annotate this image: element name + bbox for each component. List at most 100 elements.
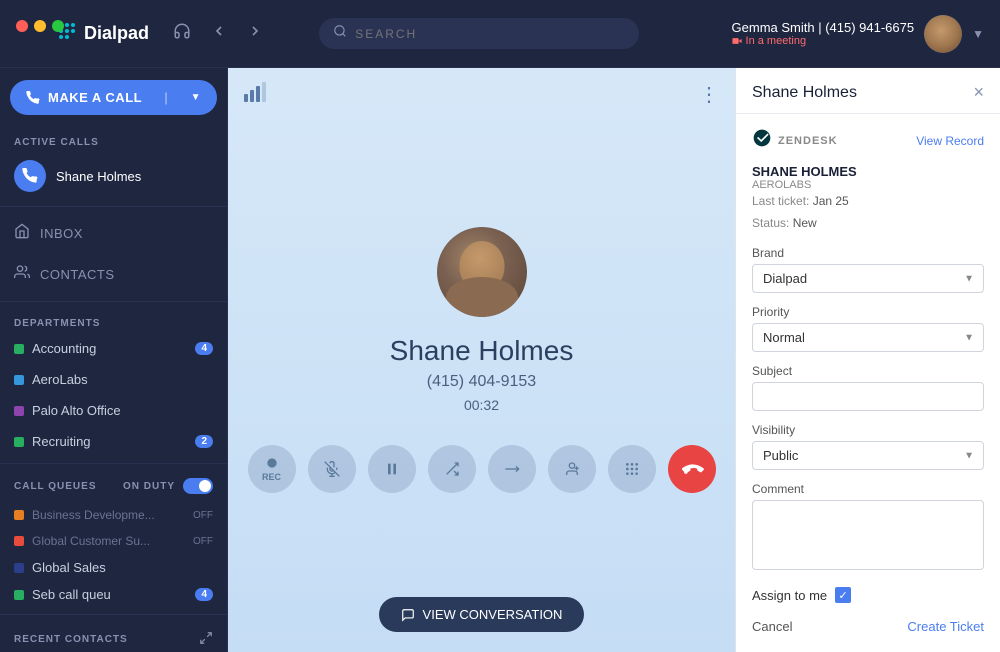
priority-field: Priority Low Normal High Urgent bbox=[752, 305, 984, 352]
minimize-window-button[interactable] bbox=[34, 20, 46, 32]
nav-back-button[interactable] bbox=[207, 19, 231, 48]
close-window-button[interactable] bbox=[16, 20, 28, 32]
active-call-avatar bbox=[14, 160, 46, 192]
headset-icon[interactable] bbox=[169, 18, 195, 49]
merge-button[interactable] bbox=[488, 445, 536, 493]
hangup-button[interactable] bbox=[668, 445, 716, 493]
brand-select-wrapper: Dialpad Support Sales bbox=[752, 264, 984, 293]
nav-forward-button[interactable] bbox=[243, 19, 267, 48]
brand-field: Brand Dialpad Support Sales bbox=[752, 246, 984, 293]
dept-item-accounting[interactable]: Accounting 4 bbox=[0, 333, 227, 364]
call-queues-label: CALL QUEUES bbox=[14, 481, 97, 492]
dept-item-recruiting[interactable]: Recruiting 2 bbox=[0, 426, 227, 457]
queue-dot-bizdev bbox=[14, 510, 24, 520]
signal-bar-1 bbox=[244, 94, 248, 102]
create-ticket-button[interactable]: Create Ticket bbox=[907, 615, 984, 638]
contact-info-block: SHANE HOLMES AEROLABS Last ticket: Jan 2… bbox=[752, 164, 984, 234]
brand-select[interactable]: Dialpad Support Sales bbox=[752, 264, 984, 293]
queue-item-bizdev[interactable]: Business Developme... OFF bbox=[0, 502, 227, 528]
hold-button[interactable] bbox=[368, 445, 416, 493]
priority-select[interactable]: Low Normal High Urgent bbox=[752, 323, 984, 352]
view-conversation-button[interactable]: VIEW CONVERSATION bbox=[379, 597, 585, 632]
subject-field: Subject bbox=[752, 364, 984, 411]
sidebar-item-contacts[interactable]: CONTACTS bbox=[0, 254, 227, 295]
record-button[interactable]: REC bbox=[248, 445, 296, 493]
call-area: ⋮ Shane Holmes (415) 404-9153 00:32 REC bbox=[228, 68, 735, 652]
contact-full-name: SHANE HOLMES bbox=[752, 164, 984, 179]
zendesk-header: ZENDESK View Record bbox=[752, 128, 984, 154]
inbox-icon bbox=[14, 223, 30, 244]
queue-item-sebcall[interactable]: Seb call queu 4 bbox=[0, 581, 227, 608]
maximize-window-button[interactable] bbox=[52, 20, 64, 32]
right-panel-title: Shane Holmes bbox=[752, 84, 857, 102]
visibility-field: Visibility Public Private bbox=[752, 423, 984, 470]
visibility-select[interactable]: Public Private bbox=[752, 441, 984, 470]
sidebar-item-inbox[interactable]: INBOX bbox=[0, 213, 227, 254]
queue-dot-globalcust bbox=[14, 536, 24, 546]
departments-label: DEPARTMENTS bbox=[0, 308, 227, 333]
call-more-options-button[interactable]: ⋮ bbox=[699, 82, 719, 107]
queue-name-globalsales: Global Sales bbox=[32, 560, 106, 575]
active-call-item[interactable]: Shane Holmes bbox=[0, 152, 227, 200]
dept-item-paloalto[interactable]: Palo Alto Office bbox=[0, 395, 227, 426]
sidebar-divider-3 bbox=[0, 463, 227, 464]
add-caller-button[interactable] bbox=[548, 445, 596, 493]
dept-badge-recruiting: 2 bbox=[195, 435, 213, 448]
caller-name: Shane Holmes bbox=[390, 335, 574, 367]
queue-item-globalcust[interactable]: Global Customer Su... OFF bbox=[0, 528, 227, 554]
user-name: Gemma Smith | (415) 941-6675 bbox=[732, 20, 915, 35]
queue-item-globalsales[interactable]: Global Sales bbox=[0, 554, 227, 581]
recent-contacts-label: RECENT CONTACTS bbox=[14, 634, 128, 645]
active-call-name: Shane Holmes bbox=[56, 169, 141, 184]
queue-dot-globalsales bbox=[14, 563, 24, 573]
subject-input[interactable] bbox=[752, 382, 984, 411]
active-calls-label: ACTIVE CALLS bbox=[0, 127, 227, 152]
priority-label: Priority bbox=[752, 305, 984, 319]
make-call-dropdown-icon: ▼ bbox=[191, 92, 201, 103]
inbox-label: INBOX bbox=[40, 226, 83, 241]
visibility-label: Visibility bbox=[752, 423, 984, 437]
queue-name-globalcust: Global Customer Su... bbox=[32, 534, 150, 548]
last-ticket-value: Jan 25 bbox=[813, 194, 849, 208]
user-menu-chevron[interactable]: ▼ bbox=[972, 27, 984, 41]
mute-button[interactable] bbox=[308, 445, 356, 493]
call-controls: REC bbox=[248, 445, 716, 493]
zendesk-logo: ZENDESK bbox=[752, 128, 838, 154]
assign-me-checkbox[interactable] bbox=[835, 587, 851, 603]
right-panel-close-button[interactable]: × bbox=[973, 82, 984, 103]
view-conversation-label: VIEW CONVERSATION bbox=[423, 607, 563, 622]
queue-dot-sebcall bbox=[14, 590, 24, 600]
brand-label: Brand bbox=[752, 246, 984, 260]
caller-phone: (415) 404-9153 bbox=[427, 373, 536, 391]
dept-item-aerolabs[interactable]: AeroLabs bbox=[0, 364, 227, 395]
queue-name-bizdev: Business Developme... bbox=[32, 508, 155, 522]
zendesk-label: ZENDESK bbox=[778, 135, 838, 147]
visibility-select-wrapper: Public Private bbox=[752, 441, 984, 470]
cancel-button[interactable]: Cancel bbox=[752, 615, 792, 638]
transfer-button[interactable] bbox=[428, 445, 476, 493]
contacts-icon bbox=[14, 264, 30, 285]
search-input[interactable] bbox=[355, 27, 625, 41]
keypad-button[interactable] bbox=[608, 445, 656, 493]
recent-contacts-expand-icon[interactable] bbox=[199, 631, 213, 648]
app-name: Dialpad bbox=[84, 23, 149, 44]
departments-list: Accounting 4 AeroLabs Palo Alto Office R… bbox=[0, 333, 227, 457]
caller-avatar bbox=[437, 227, 527, 317]
comment-textarea[interactable] bbox=[752, 500, 984, 570]
call-queues-header: CALL QUEUES ON DUTY bbox=[0, 470, 227, 502]
queue-name-sebcall: Seb call queu bbox=[32, 587, 111, 602]
dept-dot-aerolabs bbox=[14, 375, 24, 385]
ticket-info: Last ticket: Jan 25 Status: New bbox=[752, 191, 984, 234]
rec-label: REC bbox=[262, 472, 281, 482]
on-duty-toggle[interactable] bbox=[183, 478, 213, 494]
user-status: In a meeting bbox=[732, 35, 915, 47]
right-panel: Shane Holmes × ZENDESK View Record SHANE… bbox=[735, 68, 1000, 652]
dept-name-accounting: Accounting bbox=[32, 341, 96, 356]
user-avatar bbox=[924, 15, 962, 53]
view-record-link[interactable]: View Record bbox=[916, 134, 984, 148]
queue-status-globalcust: OFF bbox=[193, 536, 213, 547]
dept-dot-paloalto bbox=[14, 406, 24, 416]
make-call-divider: | bbox=[164, 90, 168, 105]
dept-name-recruiting: Recruiting bbox=[32, 434, 91, 449]
make-call-button[interactable]: MAKE A CALL | ▼ bbox=[10, 80, 217, 115]
